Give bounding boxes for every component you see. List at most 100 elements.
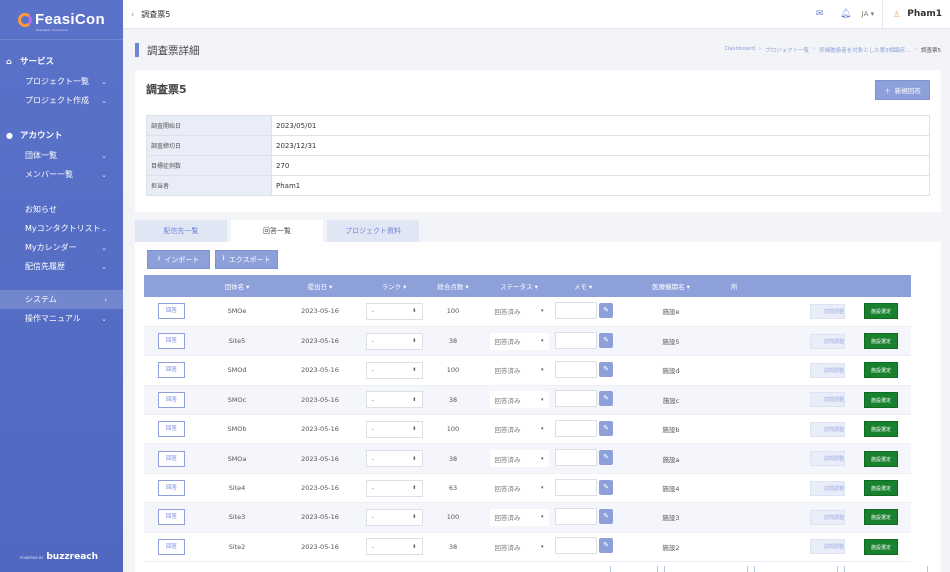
- breadcrumb-project-list[interactable]: プロジェクト一覧: [765, 46, 809, 54]
- col-score[interactable]: 総合点数 ▾: [423, 275, 483, 297]
- status-select[interactable]: 回答済み ▾: [489, 391, 549, 409]
- tab-answer-list[interactable]: 回答一覧: [231, 220, 323, 242]
- visit-adjust-button[interactable]: 訪問調整: [810, 333, 845, 349]
- facility-select-button[interactable]: 施設選定: [864, 480, 898, 497]
- bottom-button[interactable]: [664, 566, 748, 572]
- visit-adjust-button[interactable]: 訪問調整: [810, 421, 845, 437]
- memo-input[interactable]: [555, 419, 597, 437]
- visit-adjust-button[interactable]: 訪問調整: [810, 509, 845, 525]
- visit-adjust-button[interactable]: 訪問調整: [810, 451, 845, 467]
- sidebar-item-member-list[interactable]: メンバー一覧 ⌄: [0, 165, 123, 184]
- sidebar-item-news[interactable]: お知らせ: [0, 200, 123, 219]
- status-select[interactable]: 回答済み ▾: [489, 361, 549, 379]
- edit-pencil-icon[interactable]: ✎: [599, 332, 613, 348]
- breadcrumb-dashboard[interactable]: Dashboard: [725, 46, 755, 54]
- visit-adjust-button[interactable]: 訪問調整: [810, 539, 845, 555]
- edit-pencil-icon[interactable]: ✎: [599, 479, 613, 495]
- sidebar-item-project-create[interactable]: プロジェクト作成 ⌄: [0, 91, 123, 110]
- edit-pencil-icon[interactable]: ✎: [599, 538, 613, 554]
- memo-input[interactable]: [555, 390, 597, 408]
- rank-select[interactable]: - ⬍: [365, 420, 423, 438]
- logo[interactable]: FeasiCon Feasibility Consensus: [0, 0, 123, 40]
- edit-pencil-icon[interactable]: ✎: [599, 361, 613, 377]
- edit-pencil-icon[interactable]: ✎: [599, 302, 613, 318]
- facility-select-button[interactable]: 施設選定: [864, 450, 898, 467]
- sidebar-item-system[interactable]: システム ›: [0, 290, 123, 309]
- back-icon[interactable]: ‹: [131, 10, 134, 19]
- answer-button[interactable]: 回答: [158, 480, 185, 497]
- import-button[interactable]: ⭳ インポート: [147, 250, 210, 269]
- edit-pencil-icon[interactable]: ✎: [599, 450, 613, 466]
- rank-select[interactable]: - ⬍: [365, 450, 423, 468]
- mail-icon[interactable]: ✉: [810, 9, 830, 19]
- tab-delivery-list[interactable]: 配信先一覧: [135, 220, 227, 242]
- memo-input[interactable]: [555, 449, 597, 467]
- rank-select[interactable]: - ⬍: [365, 508, 423, 526]
- col-rank[interactable]: ランク ▾: [365, 275, 423, 297]
- sidebar-item-manual[interactable]: 操作マニュアル ⌄: [0, 309, 123, 328]
- answer-button[interactable]: 回答: [158, 333, 185, 350]
- answer-button[interactable]: 回答: [158, 362, 185, 379]
- new-answer-button[interactable]: ＋ 新規回答: [875, 80, 930, 100]
- bottom-button[interactable]: [610, 566, 658, 572]
- status-select[interactable]: 回答済み ▾: [489, 302, 549, 320]
- facility-select-button[interactable]: 施設選定: [864, 509, 898, 526]
- breadcrumb-project[interactable]: 肝細胞患者を対象とした第3相臨床…: [819, 46, 911, 54]
- memo-input[interactable]: [555, 537, 597, 555]
- sidebar-item-contacts[interactable]: Myコンタクトリスト ⌄: [0, 219, 123, 238]
- rank-select[interactable]: - ⬍: [365, 302, 423, 320]
- status-select[interactable]: 回答済み ▾: [489, 538, 549, 556]
- sidebar-item-delivery-history[interactable]: 配信先履歴 ⌄: [0, 257, 123, 276]
- sidebar-item-calendar[interactable]: Myカレンダー ⌄: [0, 238, 123, 257]
- status-select[interactable]: 回答済み ▾: [489, 508, 549, 526]
- col-date[interactable]: 提出日 ▾: [275, 275, 365, 297]
- rank-select[interactable]: - ⬍: [365, 332, 423, 350]
- bell-icon[interactable]: 🔔︎: [836, 9, 856, 19]
- col-memo[interactable]: メモ ▾: [555, 275, 611, 297]
- sidebar-item-project-list[interactable]: プロジェクト一覧 ⌄: [0, 72, 123, 91]
- answer-button[interactable]: 回答: [158, 303, 185, 320]
- status-select[interactable]: 回答済み ▾: [489, 450, 549, 468]
- facility-select-button[interactable]: 施設選定: [864, 362, 898, 379]
- sidebar-item-org-list[interactable]: 団体一覧 ⌄: [0, 146, 123, 165]
- answer-button[interactable]: 回答: [158, 509, 185, 526]
- memo-input[interactable]: [555, 301, 597, 319]
- language-select[interactable]: JA ▾: [862, 10, 874, 18]
- facility-select-button[interactable]: 施設選定: [864, 303, 898, 320]
- rank-select[interactable]: - ⬍: [365, 479, 423, 497]
- memo-input[interactable]: [555, 331, 597, 349]
- export-button[interactable]: ⭱ エクスポート: [215, 250, 278, 269]
- tab-project-docs[interactable]: プロジェクト資料: [327, 220, 419, 242]
- answer-button[interactable]: 回答: [158, 538, 185, 555]
- edit-pencil-icon[interactable]: ✎: [599, 391, 613, 407]
- col-facility[interactable]: 医療機関名 ▾: [611, 275, 731, 297]
- rank-select[interactable]: - ⬍: [365, 361, 423, 379]
- memo-input[interactable]: [555, 360, 597, 378]
- edit-pencil-icon[interactable]: ✎: [599, 508, 613, 524]
- bottom-button[interactable]: [844, 566, 928, 572]
- facility-select-button[interactable]: 施設選定: [864, 391, 898, 408]
- col-status[interactable]: ステータス ▾: [483, 275, 555, 297]
- answer-button[interactable]: 回答: [158, 421, 185, 438]
- col-org[interactable]: 団体名 ▾: [199, 275, 275, 297]
- edit-pencil-icon[interactable]: ✎: [599, 420, 613, 436]
- status-select[interactable]: 回答済み ▾: [489, 332, 549, 350]
- rank-select[interactable]: - ⬍: [365, 538, 423, 556]
- facility-select-button[interactable]: 施設選定: [864, 538, 898, 555]
- facility-select-button[interactable]: 施設選定: [864, 421, 898, 438]
- memo-input[interactable]: [555, 507, 597, 525]
- facility-select-button[interactable]: 施設選定: [864, 333, 898, 350]
- rank-select[interactable]: - ⬍: [365, 391, 423, 409]
- chevron-down-icon: ▾: [540, 514, 544, 521]
- memo-input[interactable]: [555, 478, 597, 496]
- status-select[interactable]: 回答済み ▾: [489, 479, 549, 497]
- user-menu[interactable]: ♙ Pham1: [882, 0, 950, 29]
- bottom-button[interactable]: [754, 566, 838, 572]
- visit-adjust-button[interactable]: 訪問調整: [810, 362, 845, 378]
- visit-adjust-button[interactable]: 訪問調整: [810, 303, 845, 319]
- answer-button[interactable]: 回答: [158, 391, 185, 408]
- visit-adjust-button[interactable]: 訪問調整: [810, 392, 845, 408]
- answer-button[interactable]: 回答: [158, 450, 185, 467]
- visit-adjust-button[interactable]: 訪問調整: [810, 480, 845, 496]
- status-select[interactable]: 回答済み ▾: [489, 420, 549, 438]
